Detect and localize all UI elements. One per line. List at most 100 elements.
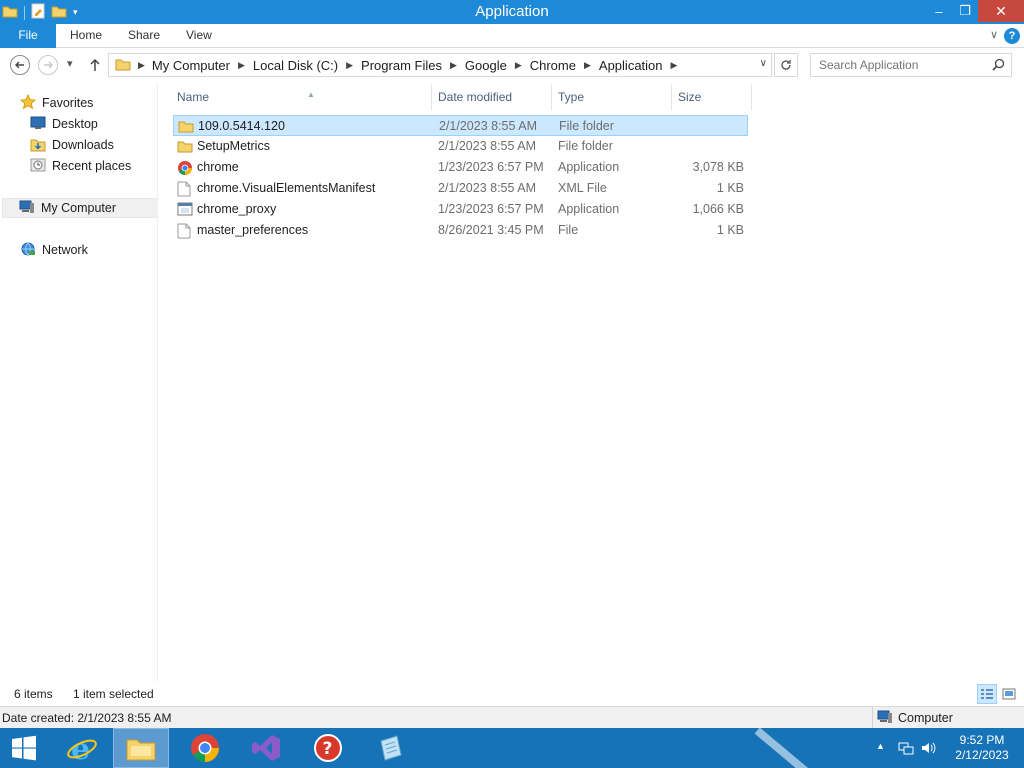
- file-row-setupmetrics[interactable]: SetupMetrics 2/1/2023 8:55 AM File folde…: [173, 136, 748, 157]
- start-button[interactable]: [0, 728, 48, 768]
- downloads-folder-icon: [30, 136, 46, 155]
- breadcrumb-program-files[interactable]: Program Files ▶: [361, 58, 465, 73]
- file-row-109-0-5414-120[interactable]: 109.0.5414.120 2/1/2023 8:55 AM File fol…: [173, 115, 748, 136]
- sidebar-item-favorites[interactable]: Favorites: [19, 93, 93, 113]
- sidebar-item-downloads[interactable]: Downloads: [30, 135, 114, 155]
- search-input[interactable]: [811, 54, 981, 76]
- file-row-master-preferences[interactable]: master_preferences 8/26/2021 3:45 PM Fil…: [173, 220, 748, 241]
- breadcrumb-chrome[interactable]: Chrome ▶: [530, 58, 599, 73]
- recent-locations-chevron-icon[interactable]: ▾: [67, 57, 73, 70]
- taskbar: e ? ▲ 9:52 PM 2/12/2023: [0, 728, 1024, 768]
- file-icon: [177, 223, 193, 239]
- taskbar-visual-studio[interactable]: [238, 728, 294, 768]
- file-date-modified: 1/23/2023 6:57 PM: [438, 160, 544, 174]
- column-header-type[interactable]: Type: [552, 84, 672, 110]
- tab-share[interactable]: Share: [128, 24, 160, 48]
- tab-view[interactable]: View: [186, 24, 212, 48]
- clock-time: 9:52 PM: [959, 733, 1005, 747]
- taskbar-file-explorer[interactable]: [113, 728, 169, 768]
- close-button[interactable]: ✕: [978, 0, 1024, 22]
- sidebar-item-my-computer[interactable]: My Computer: [2, 198, 158, 218]
- volume-icon[interactable]: [920, 740, 936, 759]
- breadcrumb-arrow-icon[interactable]: ▶: [671, 60, 678, 71]
- column-header-label: Name: [177, 90, 210, 104]
- file-name: master_preferences: [197, 223, 309, 237]
- large-icons-view-button[interactable]: [999, 684, 1019, 704]
- file-row-chrome-visualelementsmanifest[interactable]: chrome.VisualElementsManifest 2/1/2023 8…: [173, 178, 748, 199]
- chrome-icon: [177, 160, 193, 176]
- taskbar-notepad[interactable]: [362, 728, 418, 768]
- breadcrumb-application[interactable]: Application ▶: [599, 58, 686, 73]
- recent-places-icon: [30, 157, 46, 176]
- forward-arrow-icon: [44, 61, 53, 69]
- sort-ascending-icon: ▲: [307, 90, 315, 99]
- folder-icon: [177, 139, 193, 153]
- file-type: File: [558, 223, 579, 237]
- system-clock[interactable]: 9:52 PM 2/12/2023: [944, 733, 1020, 763]
- details-view-button[interactable]: [977, 684, 997, 704]
- sidebar-item-label: Desktop: [52, 117, 98, 131]
- breadcrumb-label: Application: [598, 57, 663, 73]
- tab-home[interactable]: Home: [70, 24, 102, 48]
- breadcrumb-google[interactable]: Google ▶: [465, 58, 530, 73]
- file-type: File folder: [559, 119, 614, 133]
- forward-button[interactable]: [38, 55, 58, 75]
- breadcrumb-label: Local Disk (C:): [252, 57, 339, 73]
- breadcrumb-arrow-icon[interactable]: ▶: [450, 60, 457, 71]
- refresh-icon: [781, 60, 791, 70]
- sidebar-item-recent-places[interactable]: Recent places: [30, 156, 131, 176]
- file-row-chrome-proxy[interactable]: chrome_proxy 1/23/2023 6:57 PM Applicati…: [173, 199, 748, 220]
- breadcrumb-my-computer[interactable]: My Computer ▶: [152, 58, 253, 73]
- maximize-button[interactable]: ❐: [952, 0, 978, 22]
- large-icons-view-icon: [1002, 688, 1016, 700]
- file-type: File folder: [558, 139, 613, 153]
- breadcrumb-arrow-icon[interactable]: ▶: [238, 60, 245, 71]
- taskbar-chrome[interactable]: [177, 728, 233, 768]
- chrome-icon: [191, 734, 219, 762]
- navigation-pane: Favorites Desktop Downloads Recent place…: [0, 84, 160, 682]
- network-status-icon[interactable]: [898, 740, 914, 759]
- file-date-modified: 1/23/2023 6:57 PM: [438, 202, 544, 216]
- details-bar: Date created: 2/1/2023 8:55 AM Computer: [0, 706, 1024, 729]
- windows-logo-icon: [12, 735, 36, 761]
- breadcrumb-arrow-icon[interactable]: ▶: [584, 60, 591, 71]
- breadcrumb-arrow-icon[interactable]: ▶: [346, 60, 353, 71]
- file-date-modified: 8/26/2021 3:45 PM: [438, 223, 544, 237]
- help-icon[interactable]: ?: [1004, 28, 1020, 44]
- security-zone-label: Computer: [898, 711, 953, 725]
- sidebar-item-label: My Computer: [41, 201, 117, 215]
- file-row-chrome[interactable]: chrome 1/23/2023 6:57 PM Application 3,0…: [173, 157, 748, 178]
- refresh-button[interactable]: [774, 53, 798, 77]
- address-bar[interactable]: ▶ My Computer ▶ Local Disk (C:) ▶ Program …: [108, 53, 772, 77]
- taskbar-internet-explorer[interactable]: e: [54, 728, 110, 768]
- window-title: Application: [475, 3, 549, 20]
- navigation-pane-divider[interactable]: [157, 84, 158, 682]
- breadcrumb-arrow-icon[interactable]: ▶: [515, 60, 522, 71]
- minimize-button[interactable]: –: [926, 0, 952, 22]
- status-bar: 6 items 1 item selected: [0, 682, 1024, 706]
- application-icon: [177, 202, 193, 216]
- taskbar-help[interactable]: ?: [300, 728, 356, 768]
- tab-file[interactable]: File: [0, 24, 56, 48]
- search-icon[interactable]: [992, 58, 1005, 74]
- sidebar-item-network[interactable]: Network: [20, 240, 88, 260]
- ribbon-tabs: File Home Share View ∨ ?: [0, 24, 1024, 48]
- search-box[interactable]: [810, 53, 1012, 77]
- column-header-size[interactable]: Size: [672, 84, 752, 110]
- sidebar-item-desktop[interactable]: Desktop: [30, 114, 98, 134]
- breadcrumb-local-disk[interactable]: Local Disk (C:) ▶: [253, 58, 361, 73]
- show-hidden-icons-chevron-icon[interactable]: ▲: [876, 741, 885, 751]
- back-button[interactable]: [10, 55, 30, 75]
- breadcrumb-root-arrow-icon[interactable]: ▶: [138, 60, 145, 71]
- sidebar-item-label: Recent places: [52, 159, 132, 173]
- up-one-level-button[interactable]: [88, 57, 102, 76]
- file-date-modified: 2/1/2023 8:55 AM: [438, 181, 536, 195]
- file-date-modified: 2/1/2023 8:55 AM: [438, 139, 536, 153]
- sidebar-item-label: Network: [42, 243, 88, 257]
- expand-ribbon-chevron-icon[interactable]: ∨: [990, 28, 998, 41]
- title-bar[interactable]: ▾ Application – ❐ ✕: [0, 0, 1024, 24]
- column-header-name[interactable]: Name ▲: [171, 84, 432, 110]
- help-icon: ?: [314, 734, 342, 762]
- address-history-chevron-icon[interactable]: ∨: [760, 58, 767, 69]
- column-header-date-modified[interactable]: Date modified: [432, 84, 552, 110]
